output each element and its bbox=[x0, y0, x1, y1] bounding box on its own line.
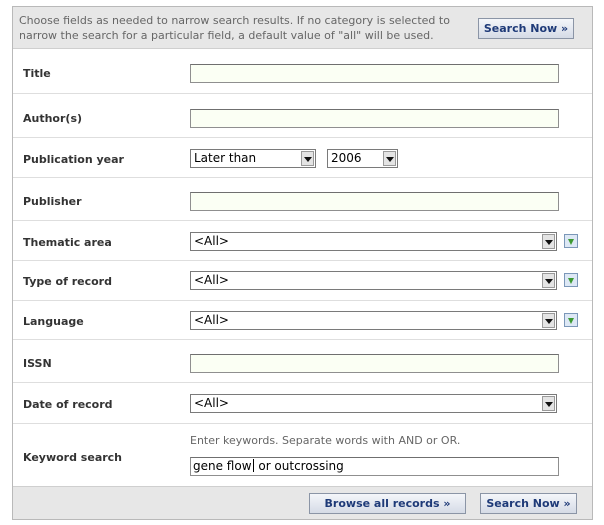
search-now-button-top[interactable]: Search Now » bbox=[478, 18, 574, 39]
issn-input[interactable] bbox=[190, 354, 559, 373]
chevron-down-icon bbox=[542, 313, 555, 328]
keyword-text-after-cursor: or outcrossing bbox=[254, 459, 344, 473]
browse-all-records-button[interactable]: Browse all records » bbox=[309, 493, 466, 514]
authors-row: Author(s) bbox=[13, 94, 592, 138]
authors-input[interactable] bbox=[190, 109, 559, 128]
instructions-bar: Choose fields as needed to narrow search… bbox=[13, 7, 592, 49]
text-cursor bbox=[252, 459, 254, 472]
language-select[interactable]: <All> bbox=[190, 311, 557, 330]
thematic-area-label: Thematic area bbox=[23, 236, 112, 249]
advanced-search-panel: Choose fields as needed to narrow search… bbox=[12, 6, 593, 520]
year-value: 2006 bbox=[331, 151, 362, 165]
publisher-row: Publisher bbox=[13, 178, 592, 221]
actions-bar: Browse all records » Search Now » bbox=[13, 486, 592, 519]
year-qualifier-value: Later than bbox=[194, 151, 257, 165]
type-of-record-row: Type of record <All> bbox=[13, 261, 592, 301]
year-select[interactable]: 2006 bbox=[327, 149, 398, 168]
publication-year-label: Publication year bbox=[23, 153, 124, 166]
language-row: Language <All> bbox=[13, 301, 592, 340]
green-down-arrow-icon[interactable] bbox=[564, 273, 578, 287]
keyword-hint: Enter keywords. Separate words with AND … bbox=[190, 434, 461, 447]
type-of-record-value: <All> bbox=[194, 273, 229, 287]
issn-label: ISSN bbox=[23, 357, 52, 370]
keyword-search-row: Keyword search Enter keywords. Separate … bbox=[13, 424, 592, 486]
title-label: Title bbox=[23, 67, 51, 80]
language-label: Language bbox=[23, 315, 84, 328]
language-value: <All> bbox=[194, 313, 229, 327]
chevron-down-icon bbox=[542, 396, 555, 411]
date-of-record-select[interactable]: <All> bbox=[190, 394, 557, 413]
title-input[interactable] bbox=[190, 64, 559, 83]
keyword-search-label: Keyword search bbox=[23, 451, 123, 464]
chevron-down-icon bbox=[542, 234, 555, 249]
keyword-input[interactable]: gene flow or outcrossing bbox=[190, 457, 559, 476]
thematic-area-row: Thematic area <All> bbox=[13, 221, 592, 261]
thematic-area-select[interactable]: <All> bbox=[190, 232, 557, 251]
chevron-down-icon bbox=[542, 273, 555, 288]
publisher-input[interactable] bbox=[190, 192, 559, 211]
green-down-arrow-icon[interactable] bbox=[564, 313, 578, 327]
authors-label: Author(s) bbox=[23, 112, 83, 125]
date-of-record-value: <All> bbox=[194, 396, 229, 410]
publisher-label: Publisher bbox=[23, 195, 82, 208]
green-down-arrow-icon[interactable] bbox=[564, 234, 578, 248]
type-of-record-label: Type of record bbox=[23, 275, 112, 288]
issn-row: ISSN bbox=[13, 340, 592, 383]
search-now-button-bottom[interactable]: Search Now » bbox=[480, 493, 577, 514]
title-row: Title bbox=[13, 50, 592, 94]
publication-year-row: Publication year Later than 2006 bbox=[13, 138, 592, 178]
thematic-area-value: <All> bbox=[194, 234, 229, 248]
type-of-record-select[interactable]: <All> bbox=[190, 271, 557, 290]
date-of-record-row: Date of record <All> bbox=[13, 383, 592, 424]
chevron-down-icon bbox=[301, 151, 314, 166]
year-qualifier-select[interactable]: Later than bbox=[190, 149, 316, 168]
instructions-text: Choose fields as needed to narrow search… bbox=[19, 14, 450, 42]
chevron-down-icon bbox=[383, 151, 396, 166]
keyword-text-before-cursor: gene flow bbox=[193, 459, 252, 473]
date-of-record-label: Date of record bbox=[23, 398, 113, 411]
